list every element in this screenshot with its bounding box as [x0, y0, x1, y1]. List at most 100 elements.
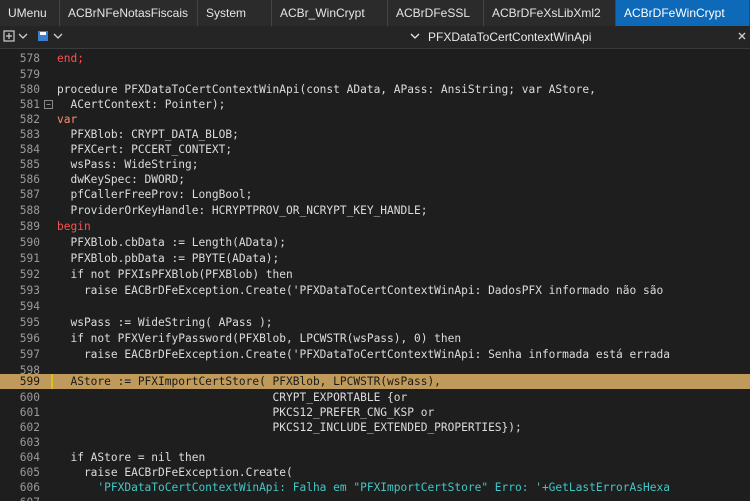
line-number: 604 — [19, 451, 40, 464]
code-text: PFXBlob.pbData := PBYTE(AData); — [57, 252, 280, 265]
code-line: 581− ACertContext: Pointer); — [0, 97, 750, 112]
tools-icon[interactable] — [2, 29, 16, 45]
code-text: raise EACBrDFeException.Create( — [57, 466, 293, 479]
code-line: 600 CRYPT_EXPORTABLE {or — [0, 390, 750, 405]
code-text: wsPass: WideString; — [57, 158, 199, 171]
code-editor[interactable]: 578 end; 579 580 procedure PFXDataToCertCo… — [0, 49, 750, 501]
line-number: 593 — [19, 284, 40, 297]
code-line: 593 raise EACBrDFeException.Create('PFXD… — [0, 283, 750, 298]
code-text: raise EACBrDFeException.Create('PFXDataT… — [57, 284, 664, 297]
code-line: 594 — [0, 299, 750, 314]
line-number: 580 — [19, 83, 40, 96]
code-text: PKCS12_INCLUDE_EXTENDED_PROPERTIES}); — [57, 421, 522, 434]
method-icon[interactable] — [410, 29, 420, 45]
code-line: 586 dwKeySpec: DWORD; — [0, 172, 750, 187]
code-text: CRYPT_EXPORTABLE {or — [57, 391, 408, 404]
code-line: 583 PFXBlob: CRYPT_DATA_BLOB; — [0, 127, 750, 142]
line-number: 602 — [19, 421, 40, 434]
code-line: 596 if not PFXVerifyPassword(PFXBlob, LP… — [0, 331, 750, 346]
line-number: 603 — [19, 436, 40, 449]
code-line: 590 PFXBlob.cbData := Length(AData); — [0, 235, 750, 250]
tab-acbrnfenotasfiscais[interactable]: ACBrNFeNotasFiscais — [60, 0, 198, 26]
chevron-down-icon[interactable] — [53, 29, 63, 45]
code-line: 585 wsPass: WideString; — [0, 157, 750, 172]
code-line: 580 procedure PFXDataToCertContextWinApi(… — [0, 82, 750, 97]
line-number: 600 — [19, 391, 40, 404]
code-text: PFXBlob.cbData := Length(AData); — [57, 236, 287, 249]
code-line: 597 raise EACBrDFeException.Create('PFXD… — [0, 347, 750, 362]
code-line: 606 'PFXDataToCertContextWinApi: Falha e… — [0, 480, 750, 495]
code-text: if not PFXIsPFXBlob(PFXBlob) then — [57, 268, 293, 281]
code-text: AStore := PFXImportCertStore( PFXBlob, L… — [57, 375, 441, 388]
tab-bar: UMenu ACBrNFeNotasFiscais System ACBr_Wi… — [0, 0, 750, 27]
line-number: 584 — [19, 143, 40, 156]
tab-umenu[interactable]: UMenu — [0, 0, 60, 26]
line-number: 601 — [19, 406, 40, 419]
line-number: 579 — [19, 68, 40, 81]
code-text: dwKeySpec: DWORD; — [57, 173, 185, 186]
tab-acbrdfewincrypt[interactable]: ACBrDFeWinCrypt — [616, 0, 750, 26]
code-line: 602 PKCS12_INCLUDE_EXTENDED_PROPERTIES})… — [0, 420, 750, 435]
code-text: pfCallerFreeProv: LongBool; — [57, 188, 253, 201]
code-line: 588 ProviderOrKeyHandle: HCRYPTPROV_OR_N… — [0, 203, 750, 218]
current-line-highlight: 599 AStore := PFXImportCertStore( PFXBlo… — [0, 374, 750, 389]
code-line: 604 if AStore = nil then — [0, 450, 750, 465]
code-text: PKCS12_PREFER_CNG_KSP or — [57, 406, 435, 419]
current-line-marker — [51, 374, 53, 389]
code-line: 587 pfCallerFreeProv: LongBool; — [0, 187, 750, 202]
line-number: 597 — [19, 348, 40, 361]
code-line: 607 — [0, 495, 750, 501]
code-line: 584 PFXCert: PCCERT_CONTEXT; — [0, 142, 750, 157]
code-text: PFXBlob: CRYPT_DATA_BLOB; — [57, 128, 239, 141]
code-line: 582 var — [0, 112, 750, 127]
code-text: PFXCert: PCCERT_CONTEXT; — [57, 143, 233, 156]
line-number: 588 — [19, 204, 40, 217]
code-line: 591 PFXBlob.pbData := PBYTE(AData); — [0, 251, 750, 266]
fold-toggle-icon[interactable]: − — [44, 100, 53, 109]
code-line: 579 — [0, 67, 750, 82]
code-text: if not PFXVerifyPassword(PFXBlob, LPCWST… — [57, 332, 462, 345]
line-number: 591 — [19, 252, 40, 265]
line-number: 605 — [19, 466, 40, 479]
code-text: procedure PFXDataToCertContextWinApi(con… — [57, 83, 596, 96]
line-number: 596 — [19, 332, 40, 345]
code-line: 589 begin — [0, 219, 750, 234]
code-text: end; — [57, 52, 84, 65]
line-number: 586 — [19, 173, 40, 186]
code-text: var — [57, 113, 78, 126]
code-text: raise EACBrDFeException.Create('PFXDataT… — [57, 348, 670, 361]
tab-acbrdfessl[interactable]: ACBrDFeSSL — [388, 0, 484, 26]
current-method-selector[interactable]: PFXDataToCertContextWinApi — [428, 29, 591, 45]
code-line: 578 end; — [0, 51, 750, 66]
line-number: 599 — [19, 375, 40, 388]
code-text: 'PFXDataToCertContextWinApi: Falha em "P… — [57, 481, 670, 494]
code-text: wsPass := WideString( APass ); — [57, 316, 273, 329]
line-number: 589 — [19, 220, 40, 233]
code-text: begin — [57, 220, 91, 233]
line-number: 587 — [19, 188, 40, 201]
line-number: 594 — [19, 300, 40, 313]
line-number: 585 — [19, 158, 40, 171]
line-number: 592 — [19, 268, 40, 281]
code-line: 595 wsPass := WideString( APass ); — [0, 315, 750, 330]
tab-acbr-wincrypt[interactable]: ACBr_WinCrypt — [272, 0, 388, 26]
code-line: 601 PKCS12_PREFER_CNG_KSP or — [0, 405, 750, 420]
code-text: ProviderOrKeyHandle: HCRYPTPROV_OR_NCRYP… — [57, 204, 428, 217]
code-text: ACertContext: Pointer); — [57, 98, 226, 111]
code-text: if AStore = nil then — [57, 451, 206, 464]
code-line: 605 raise EACBrDFeException.Create( — [0, 465, 750, 480]
line-number: 578 — [19, 52, 40, 65]
chevron-down-icon[interactable] — [18, 29, 28, 45]
close-icon[interactable] — [737, 29, 747, 45]
tab-system[interactable]: System — [198, 0, 272, 26]
code-line: 603 — [0, 435, 750, 450]
line-number: 595 — [19, 316, 40, 329]
code-line: 592 if not PFXIsPFXBlob(PFXBlob) then — [0, 267, 750, 282]
line-number: 606 — [19, 481, 40, 494]
tab-acbrdfexslibxml2[interactable]: ACBrDFeXsLibXml2 — [484, 0, 616, 26]
line-number: 607 — [0, 495, 40, 501]
line-number: 590 — [19, 236, 40, 249]
line-number: 583 — [19, 128, 40, 141]
editor-toolbar: PFXDataToCertContextWinApi — [0, 26, 750, 49]
save-icon[interactable] — [36, 29, 50, 45]
